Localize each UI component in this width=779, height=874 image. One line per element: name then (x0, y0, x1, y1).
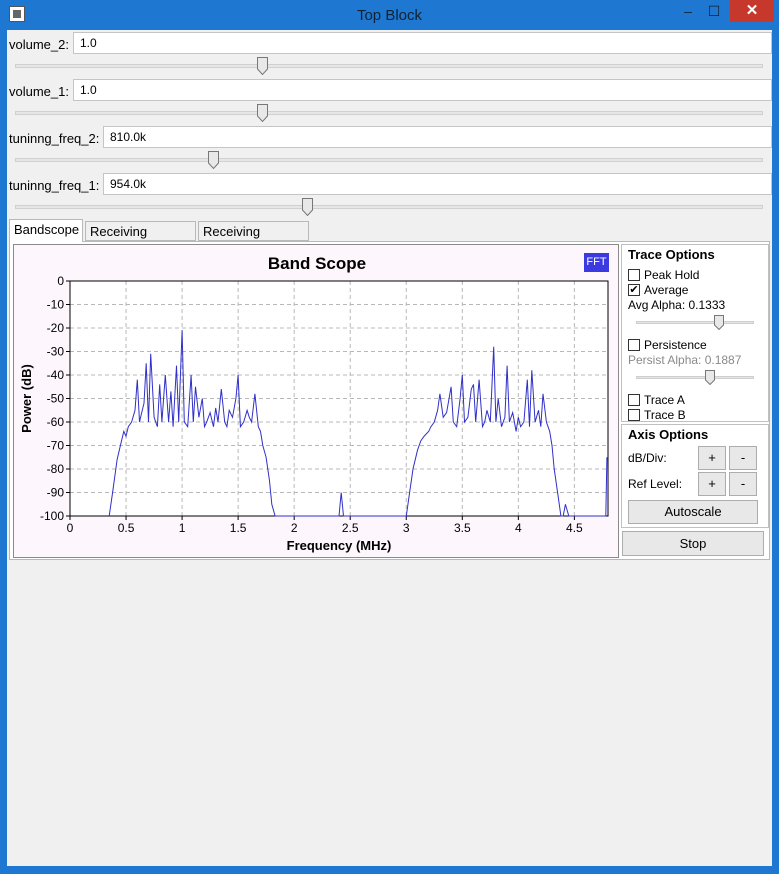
title-bar[interactable]: Top Block – ☐ ✕ (0, 0, 779, 30)
y-tick-label: -30 (47, 345, 65, 359)
param-value-input[interactable]: 1.0 (73, 79, 772, 101)
y-tick-label: -80 (47, 462, 65, 476)
autoscale-button[interactable]: Autoscale (628, 500, 758, 524)
avg-alpha-slider[interactable] (636, 321, 754, 324)
stop-button[interactable]: Stop (622, 531, 764, 556)
checkbox-label: Peak Hold (644, 268, 700, 282)
bandscope-pane: 0 -10 -20 -30 -40 -50 -60 -70 -80 -90 -100 0 0.5 1 1.5… (9, 241, 770, 560)
slider-thumb[interactable] (256, 104, 268, 122)
x-tick-label: 1 (179, 521, 186, 535)
avg-alpha-label: Avg Alpha: 0.1333 (628, 298, 726, 312)
persist-alpha-slider[interactable] (636, 376, 754, 379)
checkbox-label: Persistence (644, 338, 707, 352)
x-tick-label: 4.5 (566, 521, 583, 535)
param-label: tuninng_freq_1: (9, 178, 100, 193)
checkbox-box[interactable]: ✔ (628, 284, 640, 296)
checkbox-label: Trace B (644, 408, 686, 422)
y-tick-label: -60 (47, 415, 65, 429)
param-value-input[interactable]: 1.0 (73, 32, 772, 54)
checkbox-box[interactable] (628, 409, 640, 421)
trace-options-group: Trace Options Peak Hold ✔ Average Avg Al… (621, 244, 769, 422)
tab-receiving-signal1[interactable]: Receiving Signal1 (85, 221, 196, 254)
db-div-label: dB/Div: (628, 451, 667, 465)
y-tick-label: -100 (40, 509, 64, 523)
db-div-plus-button[interactable]: + (698, 446, 726, 470)
persist-alpha-label: Persist Alpha: 0.1887 (628, 353, 742, 367)
ref-level-label: Ref Level: (628, 477, 683, 491)
slider-track[interactable] (15, 64, 763, 68)
db-div-minus-button[interactable]: - (729, 446, 757, 470)
slider-track[interactable] (15, 205, 763, 209)
x-axis-label: Frequency (MHz) (287, 538, 392, 553)
x-tick-label: 3.5 (454, 521, 471, 535)
y-tick-label: -20 (47, 321, 65, 335)
axis-options-group: Axis Options dB/Div: + - Ref Level: + - … (621, 424, 769, 528)
x-tick-label: 0 (67, 521, 74, 535)
plot-canvas: 0-10-20-30-40-50-60-70-80-90-1000 0.5 1 1.5… (19, 274, 609, 553)
x-tick-label: 2.5 (342, 521, 359, 535)
tab-receiving-signal2[interactable]: Receiving Signal2 (198, 221, 309, 254)
y-axis-label: Power (dB) (19, 364, 34, 433)
y-tick-label: -70 (47, 439, 65, 453)
checkbox-label: Trace A (644, 393, 685, 407)
x-tick-label: 1.5 (230, 521, 247, 535)
y-tick-label: -50 (47, 392, 65, 406)
ref-level-plus-button[interactable]: + (698, 472, 726, 496)
maximize-button[interactable]: ☐ (699, 0, 729, 22)
band-scope-plot[interactable]: 0 -10 -20 -30 -40 -50 -60 -70 -80 -90 -100 0 0.5 1 1.5… (13, 244, 619, 558)
checkbox-box[interactable] (628, 269, 640, 281)
tab-bandscope[interactable]: Bandscope (9, 219, 83, 242)
checkbox-box[interactable] (628, 394, 640, 406)
axis-options-title: Axis Options (628, 427, 709, 442)
persist-alpha-thumb[interactable] (705, 370, 716, 386)
y-tick-label: 0 (57, 274, 64, 288)
y-tick-label: -90 (47, 486, 65, 500)
x-tick-label: 0.5 (118, 521, 135, 535)
param-tuning-freq-2: tuninng_freq_2: 810.0k (7, 126, 772, 173)
main-panel: volume_2: 1.0 volume_1: 1.0 tuninng_freq… (7, 30, 772, 866)
checkbox-label: Average (644, 283, 689, 297)
checkbox-box[interactable] (628, 339, 640, 351)
avg-alpha-thumb[interactable] (713, 315, 724, 331)
param-volume-2: volume_2: 1.0 (7, 32, 772, 79)
param-tuning-freq-1: tuninng_freq_1: 954.0k (7, 173, 772, 220)
app-window: Top Block – ☐ ✕ volume_2: 1.0 volume_1: … (0, 0, 779, 874)
close-button[interactable]: ✕ (730, 0, 774, 22)
param-label: volume_1: (9, 84, 69, 99)
y-tick-label: -10 (47, 298, 65, 312)
window-title: Top Block (356, 7, 423, 24)
y-tick-label: -40 (47, 368, 65, 382)
x-tick-label: 4 (515, 521, 522, 535)
ref-level-minus-button[interactable]: - (729, 472, 757, 496)
param-label: volume_2: (9, 37, 69, 52)
plot-title: Band Scope (267, 254, 367, 273)
slider-thumb[interactable] (208, 151, 220, 169)
param-value-input[interactable]: 810.0k (103, 126, 772, 148)
slider-track[interactable] (15, 158, 763, 162)
options-panel: Trace Options Peak Hold ✔ Average Avg Al… (621, 244, 769, 558)
x-tick-label: 2 (291, 521, 298, 535)
slider-thumb[interactable] (301, 198, 313, 216)
slider-track[interactable] (15, 111, 763, 115)
param-volume-1: volume_1: 1.0 (7, 79, 772, 126)
slider-thumb[interactable] (256, 57, 268, 75)
x-tick-label: 3 (403, 521, 410, 535)
param-label: tuninng_freq_2: (9, 131, 100, 146)
trace-options-title: Trace Options (628, 247, 715, 262)
param-value-input[interactable]: 954.0k (103, 173, 772, 195)
fft-badge[interactable]: FFT (584, 253, 609, 272)
